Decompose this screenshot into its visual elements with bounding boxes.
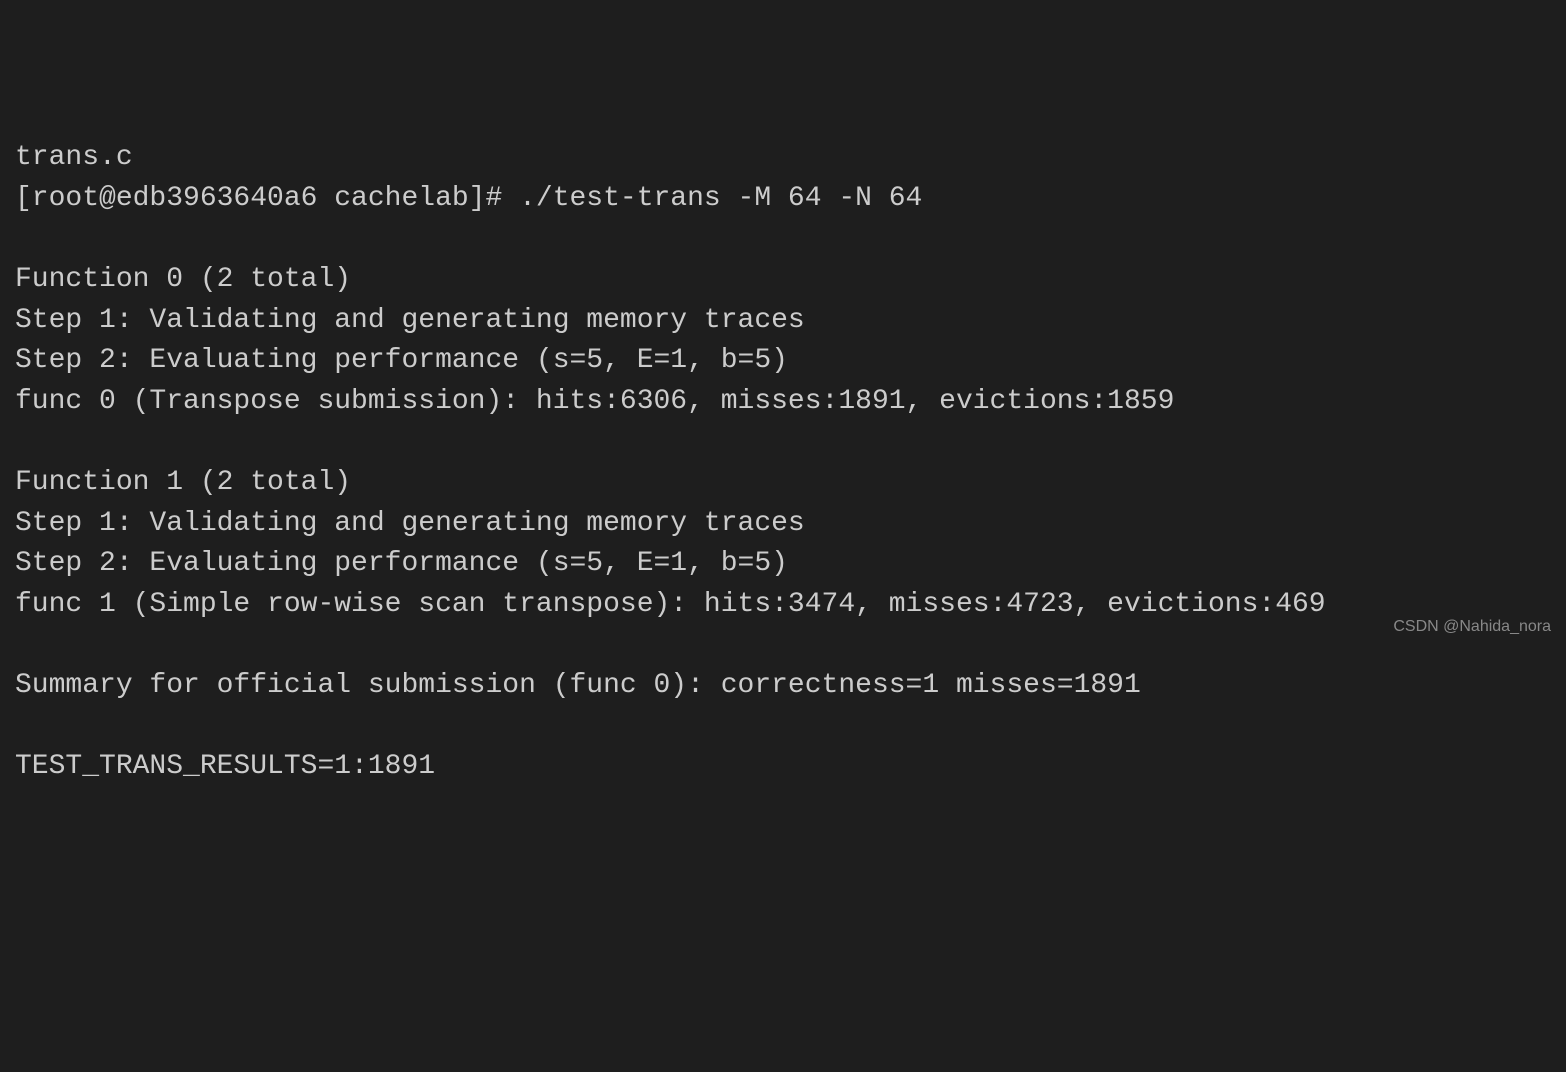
output-step2: Step 2: Evaluating performance (s=5, E=1… (15, 544, 1551, 585)
output-step1: Step 1: Validating and generating memory… (15, 301, 1551, 342)
output-blank (15, 707, 1551, 748)
output-step1: Step 1: Validating and generating memory… (15, 504, 1551, 545)
terminal-output[interactable]: trans.c[root@edb3963640a6 cachelab]# ./t… (15, 138, 1551, 788)
output-summary: Summary for official submission (func 0)… (15, 666, 1551, 707)
prompt-command-line: [root@edb3963640a6 cachelab]# ./test-tra… (15, 179, 1551, 220)
output-func-result: func 0 (Transpose submission): hits:6306… (15, 382, 1551, 423)
output-function-header: Function 1 (2 total) (15, 463, 1551, 504)
watermark-text: CSDN @Nahida_nora (1393, 615, 1551, 638)
output-line-partial: trans.c (15, 138, 1551, 179)
output-func-result: func 1 (Simple row-wise scan transpose):… (15, 585, 1551, 626)
output-blank (15, 423, 1551, 464)
output-step2: Step 2: Evaluating performance (s=5, E=1… (15, 341, 1551, 382)
output-function-header: Function 0 (2 total) (15, 260, 1551, 301)
output-test-results: TEST_TRANS_RESULTS=1:1891 (15, 747, 1551, 788)
output-blank (15, 220, 1551, 261)
